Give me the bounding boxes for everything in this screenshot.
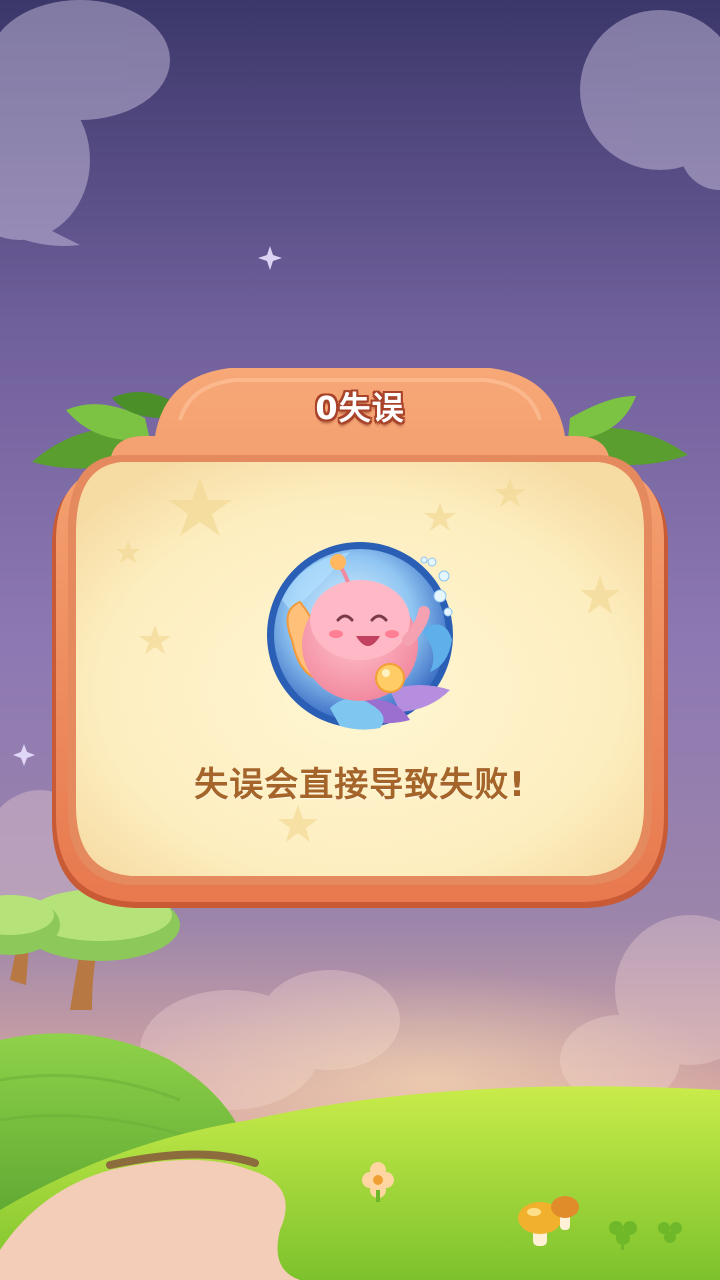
- game-scene: [0, 0, 720, 1280]
